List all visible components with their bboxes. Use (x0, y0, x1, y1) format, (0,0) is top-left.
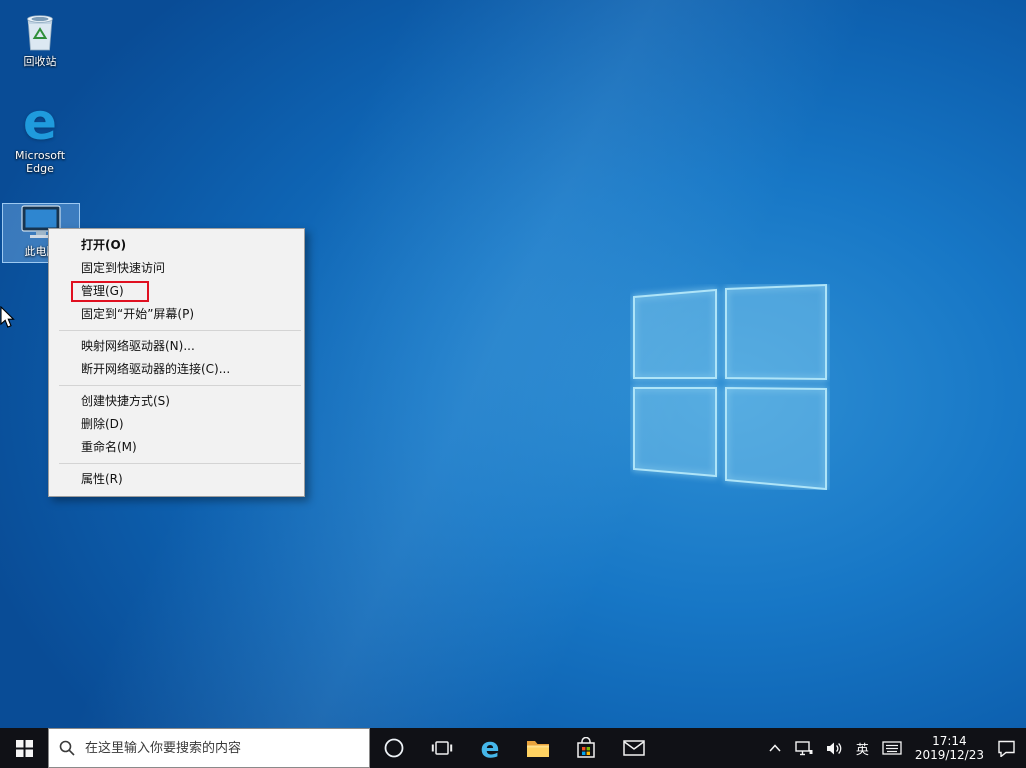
clock-date: 2019/12/23 (915, 748, 984, 762)
touch-keyboard-icon (882, 741, 902, 755)
menu-item-map-network-drive[interactable]: 映射网络驱动器(N)... (49, 335, 304, 358)
icon-label-recycle-bin: 回收站 (24, 55, 57, 68)
start-button[interactable] (0, 728, 48, 768)
taskbar: e (0, 728, 1026, 768)
menu-item-pin-quick-access[interactable]: 固定到快速访问 (49, 257, 304, 280)
cortana-icon (383, 737, 405, 759)
taskbar-file-explorer-button[interactable] (514, 728, 562, 768)
menu-separator (59, 385, 301, 386)
clock-time: 17:14 (915, 734, 984, 748)
tray-show-hidden-icons[interactable] (768, 743, 782, 753)
tray-ime-language[interactable]: 英 (856, 739, 869, 758)
action-center-icon (997, 740, 1016, 757)
volume-icon (826, 741, 843, 756)
menu-item-delete[interactable]: 删除(D) (49, 413, 304, 436)
context-menu: 打开(O) 固定到快速访问 管理(G) 固定到“开始”屏幕(P) 映射网络驱动器… (48, 228, 305, 497)
desktop-icon-recycle-bin[interactable]: 回收站 (2, 8, 78, 68)
file-explorer-icon (526, 739, 550, 758)
chevron-up-icon (768, 743, 782, 753)
menu-item-open[interactable]: 打开(O) (49, 234, 304, 257)
menu-separator (59, 463, 301, 464)
network-icon (795, 741, 813, 756)
menu-item-manage[interactable]: 管理(G) (49, 280, 304, 303)
menu-item-pin-start[interactable]: 固定到“开始”屏幕(P) (49, 303, 304, 326)
edge-icon: e (23, 100, 57, 146)
menu-item-rename[interactable]: 重命名(M) (49, 436, 304, 459)
tray-volume[interactable] (826, 741, 843, 756)
edge-icon: e (481, 734, 500, 762)
recycle-bin-icon (21, 8, 59, 52)
taskbar-mail-button[interactable] (610, 728, 658, 768)
store-icon (576, 737, 596, 759)
windows-start-icon (16, 740, 33, 757)
search-input[interactable] (83, 740, 359, 757)
cortana-button[interactable] (370, 728, 418, 768)
mail-icon (623, 740, 645, 756)
tray-touch-keyboard[interactable] (882, 741, 902, 755)
task-view-icon (431, 739, 453, 757)
tray-network[interactable] (795, 741, 813, 756)
action-center-button[interactable] (997, 740, 1016, 757)
system-tray: 英 17:14 2019/12/23 (768, 728, 1026, 768)
menu-separator (59, 330, 301, 331)
menu-item-create-shortcut[interactable]: 创建快捷方式(S) (49, 390, 304, 413)
desktop-icon-edge[interactable]: e Microsoft Edge (2, 100, 78, 175)
taskbar-edge-button[interactable]: e (466, 728, 514, 768)
menu-item-disconnect-network-drive[interactable]: 断开网络驱动器的连接(C)... (49, 358, 304, 381)
icon-label-edge: Microsoft Edge (3, 149, 77, 175)
task-view-button[interactable] (418, 728, 466, 768)
windows-logo-wallpaper (630, 284, 830, 490)
taskbar-store-button[interactable] (562, 728, 610, 768)
taskbar-clock[interactable]: 17:14 2019/12/23 (915, 734, 984, 762)
taskbar-search[interactable] (48, 728, 370, 768)
search-icon (59, 740, 75, 756)
menu-item-properties[interactable]: 属性(R) (49, 468, 304, 491)
